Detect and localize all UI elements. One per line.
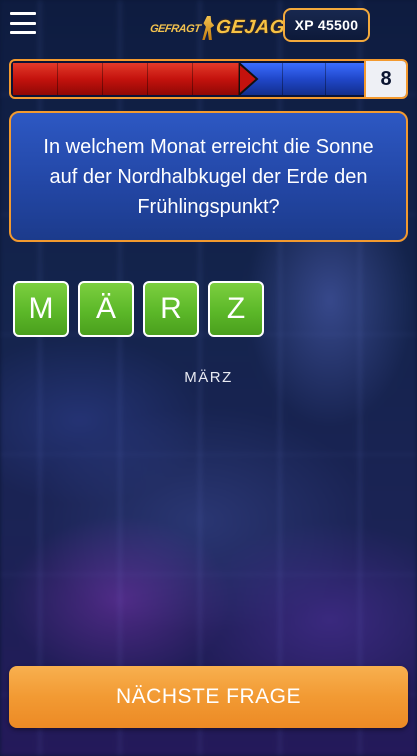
chase-segment-blue xyxy=(283,63,326,95)
next-question-button[interactable]: NÄCHSTE FRAGE xyxy=(9,666,408,728)
question-card: In welchem Monat erreicht die Sonne auf … xyxy=(9,111,408,242)
question-text: In welchem Monat erreicht die Sonne auf … xyxy=(43,135,374,218)
top-bar: GEFRAGT GEJAGT XP 45500 xyxy=(0,0,417,50)
menu-line xyxy=(10,12,36,15)
letter-tile[interactable]: R xyxy=(143,281,199,337)
hamburger-menu-icon[interactable] xyxy=(10,12,36,34)
xp-badge: XP 45500 xyxy=(283,8,370,42)
app-logo: GEFRAGT GEJAGT xyxy=(149,12,299,44)
chase-progress-bar: 8 xyxy=(9,59,408,99)
logo-text-small: GEFRAGT xyxy=(149,23,202,35)
chase-segment-red xyxy=(58,63,103,95)
letter-tile[interactable]: Z xyxy=(208,281,264,337)
answer-label: MÄRZ xyxy=(184,369,233,386)
letter-tile[interactable]: Ä xyxy=(78,281,134,337)
chase-segment-red xyxy=(148,63,193,95)
chase-step-count: 8 xyxy=(364,61,406,97)
chase-segment-red xyxy=(13,63,58,95)
menu-line xyxy=(10,21,36,25)
letter-tile[interactable]: M xyxy=(13,281,69,337)
chase-segment-red xyxy=(103,63,148,95)
chaser-arrow-icon xyxy=(239,63,259,95)
menu-line xyxy=(10,31,36,34)
running-man-icon xyxy=(202,16,215,40)
chase-segment-blue xyxy=(326,63,365,95)
chase-segment-red xyxy=(193,63,239,95)
